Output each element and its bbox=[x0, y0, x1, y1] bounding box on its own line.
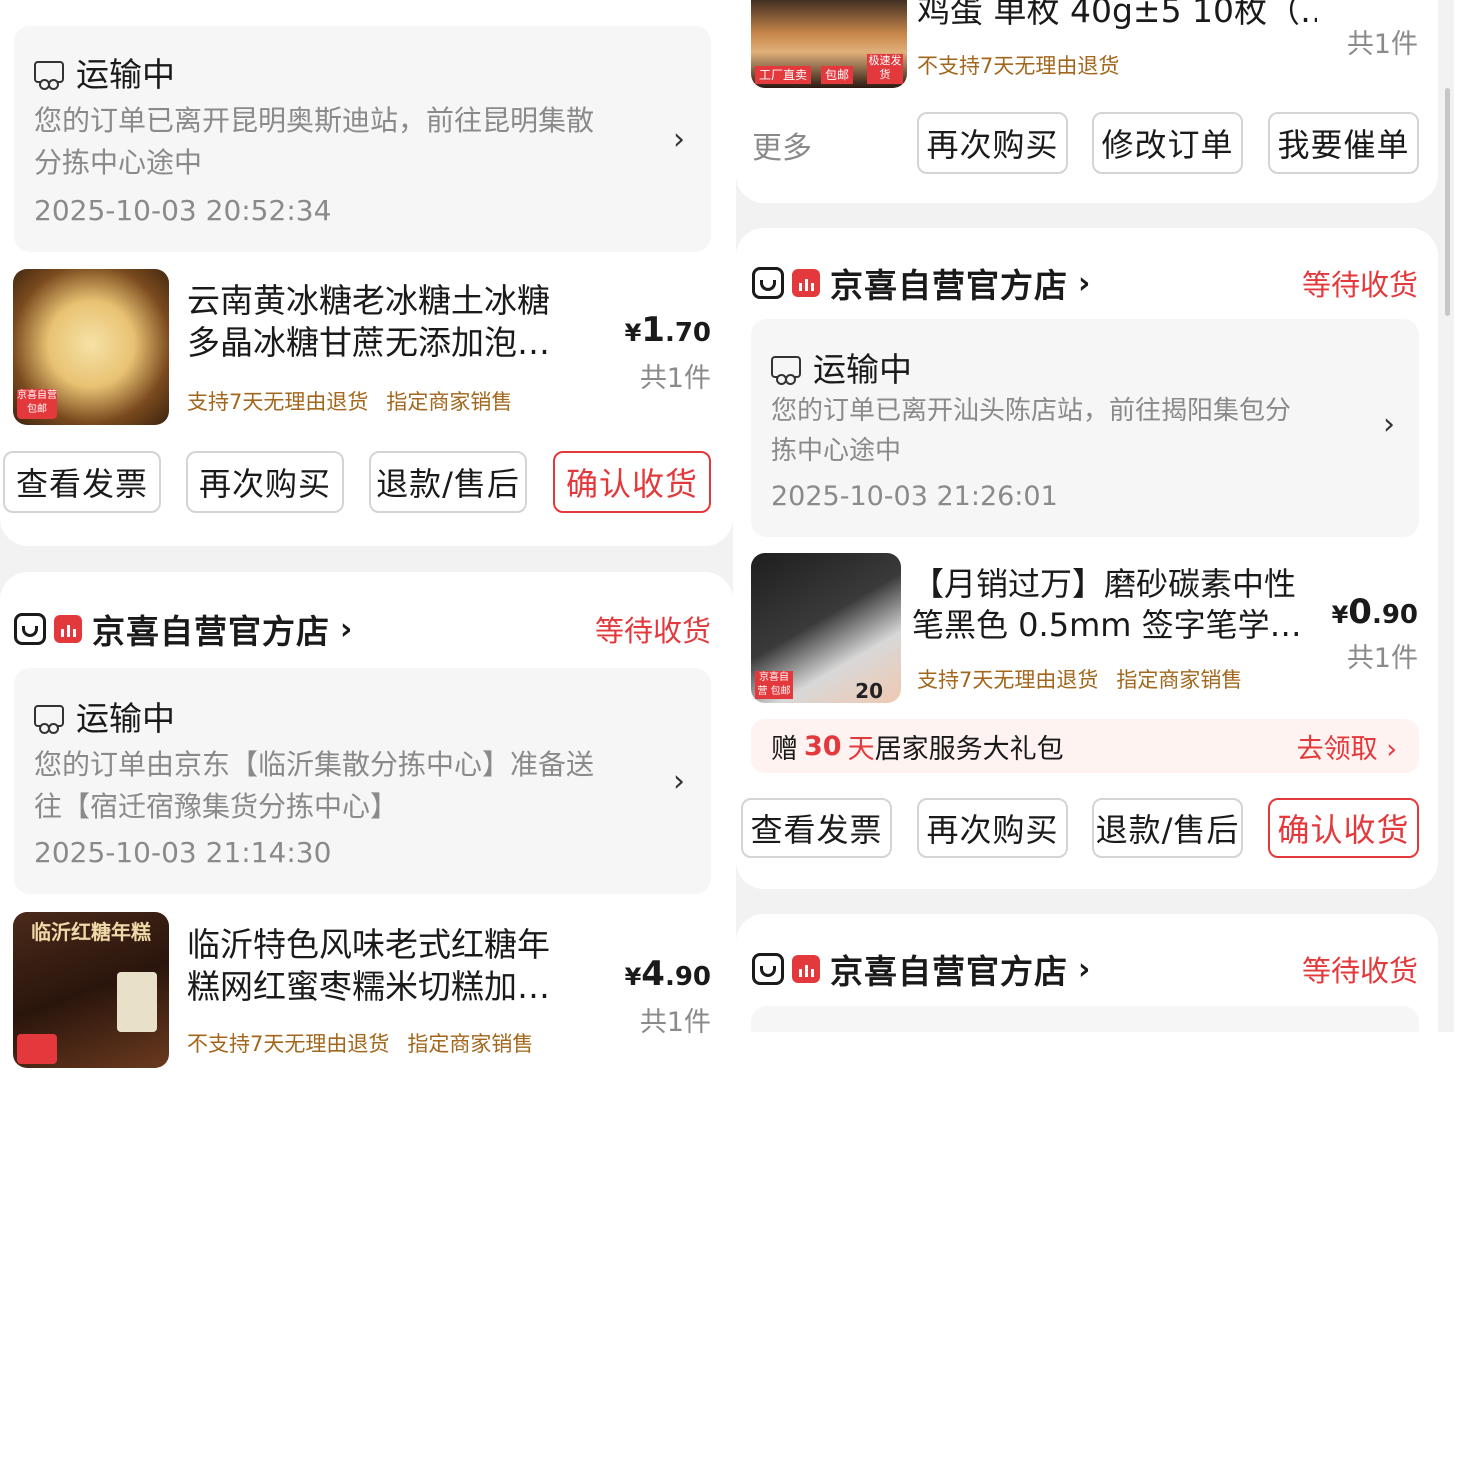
shipping-status: 运输中 bbox=[34, 692, 175, 740]
modify-order-button[interactable]: 修改订单 bbox=[1092, 112, 1243, 174]
order-status: 等待收货 bbox=[594, 614, 711, 648]
truck-icon bbox=[771, 356, 801, 385]
image-badge: 工厂直卖 bbox=[755, 66, 812, 84]
shipping-status: 运输中 bbox=[34, 48, 175, 96]
more-button[interactable]: 更多 bbox=[752, 123, 812, 167]
product-image[interactable]: 京喜自营 包邮 bbox=[13, 269, 169, 425]
product-qty: 共1件 bbox=[1346, 643, 1418, 674]
product-title[interactable]: 鸡蛋 单枚 40g±5 10枚（… bbox=[917, 0, 1317, 32]
shipping-time: 2025-10-03 21:14:30 bbox=[34, 836, 332, 869]
shipping-time: 2025-10-03 20:52:34 bbox=[34, 194, 332, 227]
gift-banner[interactable]: 赠 30 天 居家服务大礼包 去领取 › bbox=[751, 719, 1419, 773]
shop-name: 京喜自营官方店 bbox=[830, 266, 1068, 305]
shipping-desc: 您的订单已离开昆明奥斯迪站，前往昆明集散 分拣中心途中 bbox=[34, 104, 595, 179]
order-card: 运输中 您的订单已离开昆明奥斯迪站，前往昆明集散 分拣中心途中 2025-10-… bbox=[0, 0, 733, 546]
image-badge: 京喜自营 包邮 bbox=[755, 671, 793, 699]
image-badge: 京喜自营 包邮 bbox=[17, 389, 57, 419]
product-image[interactable]: 临沂红糖年糕 bbox=[13, 912, 169, 1068]
truck-icon bbox=[34, 61, 64, 90]
product-image[interactable]: 京喜自营 包邮 20 bbox=[751, 553, 901, 703]
shipping-info[interactable]: 运输中 您的订单已离开昆明奥斯迪站，前往昆明集散 分拣中心途中 2025-10-… bbox=[14, 26, 711, 252]
buy-again-button[interactable]: 再次购买 bbox=[917, 112, 1068, 174]
product-title[interactable]: 【月销过万】磨砂碳素中性 笔黑色 0.5mm 签字笔学… bbox=[912, 564, 1332, 646]
product-qty: 共1件 bbox=[639, 363, 711, 394]
truck-icon bbox=[34, 705, 64, 734]
order-list-right: 工厂直卖 包邮 极速发货 鸡蛋 单枚 40g±5 10枚（… 不支持7天无理由退… bbox=[736, 0, 1454, 1032]
shipping-desc: 您的订单已离开汕头陈店站，前往揭阳集包分 拣中心途中 bbox=[771, 396, 1292, 466]
product-image[interactable]: 工厂直卖 包邮 极速发货 bbox=[751, 0, 907, 88]
product-tags: 支持7天无理由退货 指定商家销售 bbox=[917, 668, 1243, 692]
shipping-info[interactable]: 运输中 您的订单已离开汕头陈店站，前往揭阳集包分 拣中心途中 2025-10-0… bbox=[751, 319, 1419, 537]
product-price: ¥0.90 bbox=[1331, 592, 1418, 632]
claim-gift-link[interactable]: 去领取 › bbox=[1297, 727, 1397, 766]
refund-button[interactable]: 退款/售后 bbox=[1092, 798, 1243, 858]
jd-logo-icon bbox=[792, 955, 820, 983]
chevron-right-icon[interactable]: › bbox=[673, 122, 685, 157]
jd-logo-icon bbox=[54, 615, 82, 643]
scrollbar[interactable] bbox=[1445, 88, 1450, 316]
image-text: 临沂红糖年糕 bbox=[31, 920, 151, 944]
shop-header[interactable]: 京喜自营官方店 › 等待收货 bbox=[14, 604, 711, 654]
shop-header[interactable]: 京喜自营官方店 › 等待收货 bbox=[752, 944, 1418, 994]
shop-header[interactable]: 京喜自营官方店 › 等待收货 bbox=[752, 258, 1418, 308]
confirm-receipt-button[interactable]: 确认收货 bbox=[553, 451, 711, 513]
order-list-left: 运输中 您的订单已离开昆明奥斯迪站，前往昆明集散 分拣中心途中 2025-10-… bbox=[0, 0, 733, 1082]
chevron-right-icon[interactable]: › bbox=[673, 764, 685, 799]
order-card: 京喜自营官方店 › 等待收货 运输中 您的订单由京东【临沂集散分拣中心】准备送 … bbox=[0, 572, 733, 1082]
product-tags: 不支持7天无理由退货 bbox=[917, 54, 1120, 78]
order-status: 等待收货 bbox=[1301, 954, 1418, 988]
shipping-desc: 您的订单由京东【临沂集散分拣中心】准备送 往【宿迁宿豫集货分拣中心】 bbox=[34, 748, 595, 823]
shipping-status: 运输中 bbox=[771, 343, 912, 391]
image-badge: 包邮 bbox=[821, 66, 854, 84]
chevron-right-icon: › bbox=[1078, 265, 1091, 301]
shop-name: 京喜自营官方店 bbox=[830, 952, 1068, 991]
product-title[interactable]: 临沂特色风味老式红糖年 糕网红蜜枣糯米切糕加… bbox=[187, 924, 607, 1008]
product-price: ¥1.70 bbox=[624, 310, 711, 350]
product-tags: 不支持7天无理由退货 指定商家销售 bbox=[187, 1032, 534, 1056]
product-tags: 支持7天无理由退货 指定商家销售 bbox=[187, 390, 513, 414]
image-count: 20 bbox=[855, 679, 883, 703]
image-badge: 极速发货 bbox=[867, 54, 903, 84]
jd-logo-icon bbox=[792, 269, 820, 297]
product-price: ¥4.90 bbox=[624, 954, 711, 994]
order-card: 工厂直卖 包邮 极速发货 鸡蛋 单枚 40g±5 10枚（… 不支持7天无理由退… bbox=[736, 0, 1438, 203]
shop-icon bbox=[752, 267, 784, 299]
chevron-right-icon[interactable]: › bbox=[1383, 407, 1395, 442]
chevron-right-icon: › bbox=[340, 611, 353, 647]
product-qty: 共1件 bbox=[1346, 29, 1418, 60]
product-title[interactable]: 云南黄冰糖老冰糖土冰糖 多晶冰糖甘蔗无添加泡… bbox=[187, 280, 607, 364]
chevron-right-icon: › bbox=[1078, 951, 1091, 987]
refund-button[interactable]: 退款/售后 bbox=[369, 451, 527, 513]
view-invoice-button[interactable]: 查看发票 bbox=[3, 451, 161, 513]
order-status: 等待收货 bbox=[1301, 268, 1418, 302]
view-invoice-button[interactable]: 查看发票 bbox=[741, 798, 892, 858]
order-card: 京喜自营官方店 › 等待收货 运输中 您的订单已离开汕头陈店站，前往揭阳集包分 … bbox=[736, 228, 1438, 889]
shop-icon bbox=[752, 953, 784, 985]
shipping-info[interactable] bbox=[751, 1006, 1419, 1032]
urge-order-button[interactable]: 我要催单 bbox=[1268, 112, 1419, 174]
buy-again-button[interactable]: 再次购买 bbox=[186, 451, 344, 513]
product-qty: 共1件 bbox=[639, 1007, 711, 1038]
order-card: 京喜自营官方店 › 等待收货 bbox=[736, 914, 1438, 1032]
shop-name: 京喜自营官方店 bbox=[92, 612, 330, 651]
shipping-info[interactable]: 运输中 您的订单由京东【临沂集散分拣中心】准备送 往【宿迁宿豫集货分拣中心】 2… bbox=[14, 668, 711, 894]
shop-icon bbox=[14, 613, 46, 645]
confirm-receipt-button[interactable]: 确认收货 bbox=[1268, 798, 1419, 858]
buy-again-button[interactable]: 再次购买 bbox=[917, 798, 1068, 858]
shipping-time: 2025-10-03 21:26:01 bbox=[771, 481, 1058, 512]
